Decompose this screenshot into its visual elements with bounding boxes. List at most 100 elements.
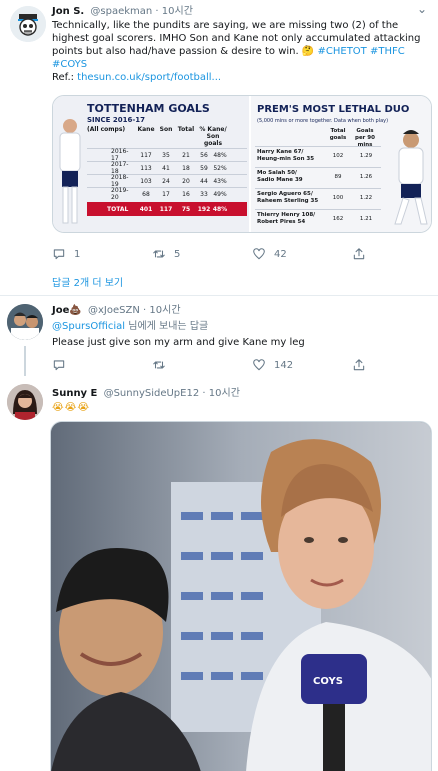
avatar[interactable] xyxy=(10,6,46,42)
tottenham-goals-panel: TOTTENHAM GOALS SINCE 2016-17 (All comps… xyxy=(53,96,249,232)
table-cell: 56 xyxy=(200,151,208,159)
column-header: % Kane/ Son goals xyxy=(199,126,227,147)
player-kane-figure xyxy=(55,114,85,230)
hashtag-link[interactable]: #COYS xyxy=(52,58,432,71)
handle[interactable]: @SunnySideUpE12 xyxy=(104,388,200,399)
mic-label: COYS xyxy=(313,676,343,687)
table-total-row: TOTAL 401 117 75 192 48% xyxy=(87,202,247,216)
table-cell: 2017-18 xyxy=(111,161,129,175)
table-cell: 117 xyxy=(140,151,152,159)
duo-name-2-text: Sadio Mane xyxy=(257,177,295,183)
duo-row: Harry Kane 67/ Heung-min Son 35 102 1.29 xyxy=(255,146,381,167)
reply-suffix: 님에게 보내는 답글 xyxy=(125,321,209,332)
timestamp[interactable]: 10시간 xyxy=(149,305,180,316)
retweet-button[interactable] xyxy=(152,357,174,373)
person-avatar-icon xyxy=(7,304,43,340)
share-icon xyxy=(353,359,365,371)
table-row: 2019-20 68 17 16 33 49% xyxy=(87,187,247,201)
avatar[interactable] xyxy=(7,304,43,340)
table-cell: 401 xyxy=(139,205,153,213)
display-name[interactable]: Sunny E xyxy=(52,388,97,399)
duo-list: Harry Kane 67/ Heung-min Son 35 102 1.29… xyxy=(255,146,381,230)
duo-name-2-goals: 35 xyxy=(306,156,315,162)
duo-names: Mo Salah 50/ Sadio Mane 39 xyxy=(257,170,303,184)
share-button[interactable] xyxy=(352,246,374,262)
column-header: (All comps) xyxy=(87,126,126,133)
table-cell: 33 xyxy=(200,190,208,198)
handle[interactable]: @xJoeSZN xyxy=(88,305,140,316)
like-count: 142 xyxy=(274,359,294,371)
table-row: 2018-19 103 24 20 44 43% xyxy=(87,174,247,188)
like-button[interactable]: 42 xyxy=(252,246,287,262)
table-cell: 68 xyxy=(142,190,150,198)
table-cell: 24 xyxy=(162,177,170,185)
timestamp[interactable]: 10시간 xyxy=(162,6,193,17)
display-name[interactable]: Joe xyxy=(52,305,69,316)
table-cell: 41 xyxy=(162,164,170,172)
like-count: 42 xyxy=(274,248,287,260)
crying-emojis: 😭😭😭 xyxy=(52,402,91,413)
table-cell: 20 xyxy=(182,177,190,185)
display-name[interactable]: Jon S. xyxy=(52,6,84,17)
duo-name-2: Sadio Mane 39 xyxy=(257,177,303,184)
duo-row: Sergio Aguero 65/ Raheem Sterling 35 100… xyxy=(255,188,381,209)
separator: · xyxy=(155,6,159,17)
duo-row: Thierry Henry 108/ Robert Pires 54 162 1… xyxy=(255,209,381,230)
table-cell: 59 xyxy=(200,164,208,172)
duo-name-2-goals: 54 xyxy=(297,219,306,225)
duo-col-header: Total goals xyxy=(329,128,347,141)
table-cell: 192 xyxy=(197,205,211,213)
tweet-sunny[interactable]: Sunny E @SunnySideUpE12 · 10시간 😭😭😭 COYS xyxy=(0,378,438,771)
tweet-jon[interactable]: Jon S. @spaekman · 10시간 ⌄ Technically, l… xyxy=(0,0,438,296)
thread-connector xyxy=(24,346,26,376)
handle[interactable]: @spaekman xyxy=(90,6,152,17)
table-cell: 117 xyxy=(159,205,173,213)
separator: · xyxy=(202,388,206,399)
table-cell: 2018-19 xyxy=(111,174,129,188)
article-link[interactable]: thesun.co.uk/sport/football... xyxy=(77,72,221,83)
duo-total: 89 xyxy=(334,174,342,180)
tweet-text-line: highest goal scorers. IMHO Son and Kane … xyxy=(52,33,421,44)
duo-per90: 1.26 xyxy=(359,174,373,180)
tweet-joe[interactable]: Joe💩 @xJoeSZN · 10시간 @SpursOfficial 님에게 … xyxy=(0,296,438,376)
retweet-button[interactable]: 5 xyxy=(152,246,180,262)
duo-name-1: Thierry Henry 108/ xyxy=(257,212,316,218)
share-button[interactable] xyxy=(352,357,374,373)
infographic-image[interactable]: TOTTENHAM GOALS SINCE 2016-17 (All comps… xyxy=(52,95,432,233)
reply-button[interactable] xyxy=(52,357,74,373)
timestamp[interactable]: 10시간 xyxy=(209,388,240,399)
retweet-icon xyxy=(153,250,165,258)
duo-name-1: Harry Kane 67/ xyxy=(257,149,304,155)
table-row: 2016-17 117 35 21 56 48% xyxy=(87,148,247,162)
like-button[interactable]: 142 xyxy=(252,357,293,373)
video-thumbnail[interactable]: COYS xyxy=(50,421,432,771)
goals-table: (All comps) Kane Son Total % Kane/ Son g… xyxy=(87,126,247,216)
table-cell: 17 xyxy=(162,190,170,198)
retweet-count: 5 xyxy=(174,248,181,260)
person-avatar-icon xyxy=(7,384,43,420)
table-cell: 2019-20 xyxy=(111,187,129,201)
table-cell: 18 xyxy=(182,164,190,172)
duo-name-2-text: Robert Pires xyxy=(257,219,298,225)
table-cell: 48% xyxy=(213,151,227,159)
duo-total: 162 xyxy=(332,216,344,222)
duo-name-2-goals: 39 xyxy=(294,177,303,183)
table-cell: 44 xyxy=(200,177,208,185)
table-cell: TOTAL xyxy=(107,205,129,213)
table-cell: 113 xyxy=(140,164,152,172)
show-more-replies-link[interactable]: 답글 2개 더 보기 xyxy=(52,274,123,289)
tweet-text-segment: points but also had/have passion & desir… xyxy=(52,46,302,57)
more-icon[interactable]: ⌄ xyxy=(414,3,430,17)
duo-per90: 1.29 xyxy=(359,153,373,159)
mention-link[interactable]: @SpursOfficial xyxy=(52,321,125,332)
avatar[interactable] xyxy=(7,384,43,420)
duo-per90: 1.21 xyxy=(359,216,373,222)
duo-name-2: Raheem Sterling 35 xyxy=(257,198,318,205)
hashtag-link[interactable]: #CHETOT #THFC xyxy=(314,46,404,57)
player-son-figure xyxy=(387,126,431,230)
share-icon xyxy=(353,248,365,260)
reply-button[interactable]: 1 xyxy=(52,246,80,262)
table-cell: 103 xyxy=(140,177,152,185)
duo-name-2-goals: 35 xyxy=(310,198,319,204)
table-cell: 16 xyxy=(182,190,190,198)
